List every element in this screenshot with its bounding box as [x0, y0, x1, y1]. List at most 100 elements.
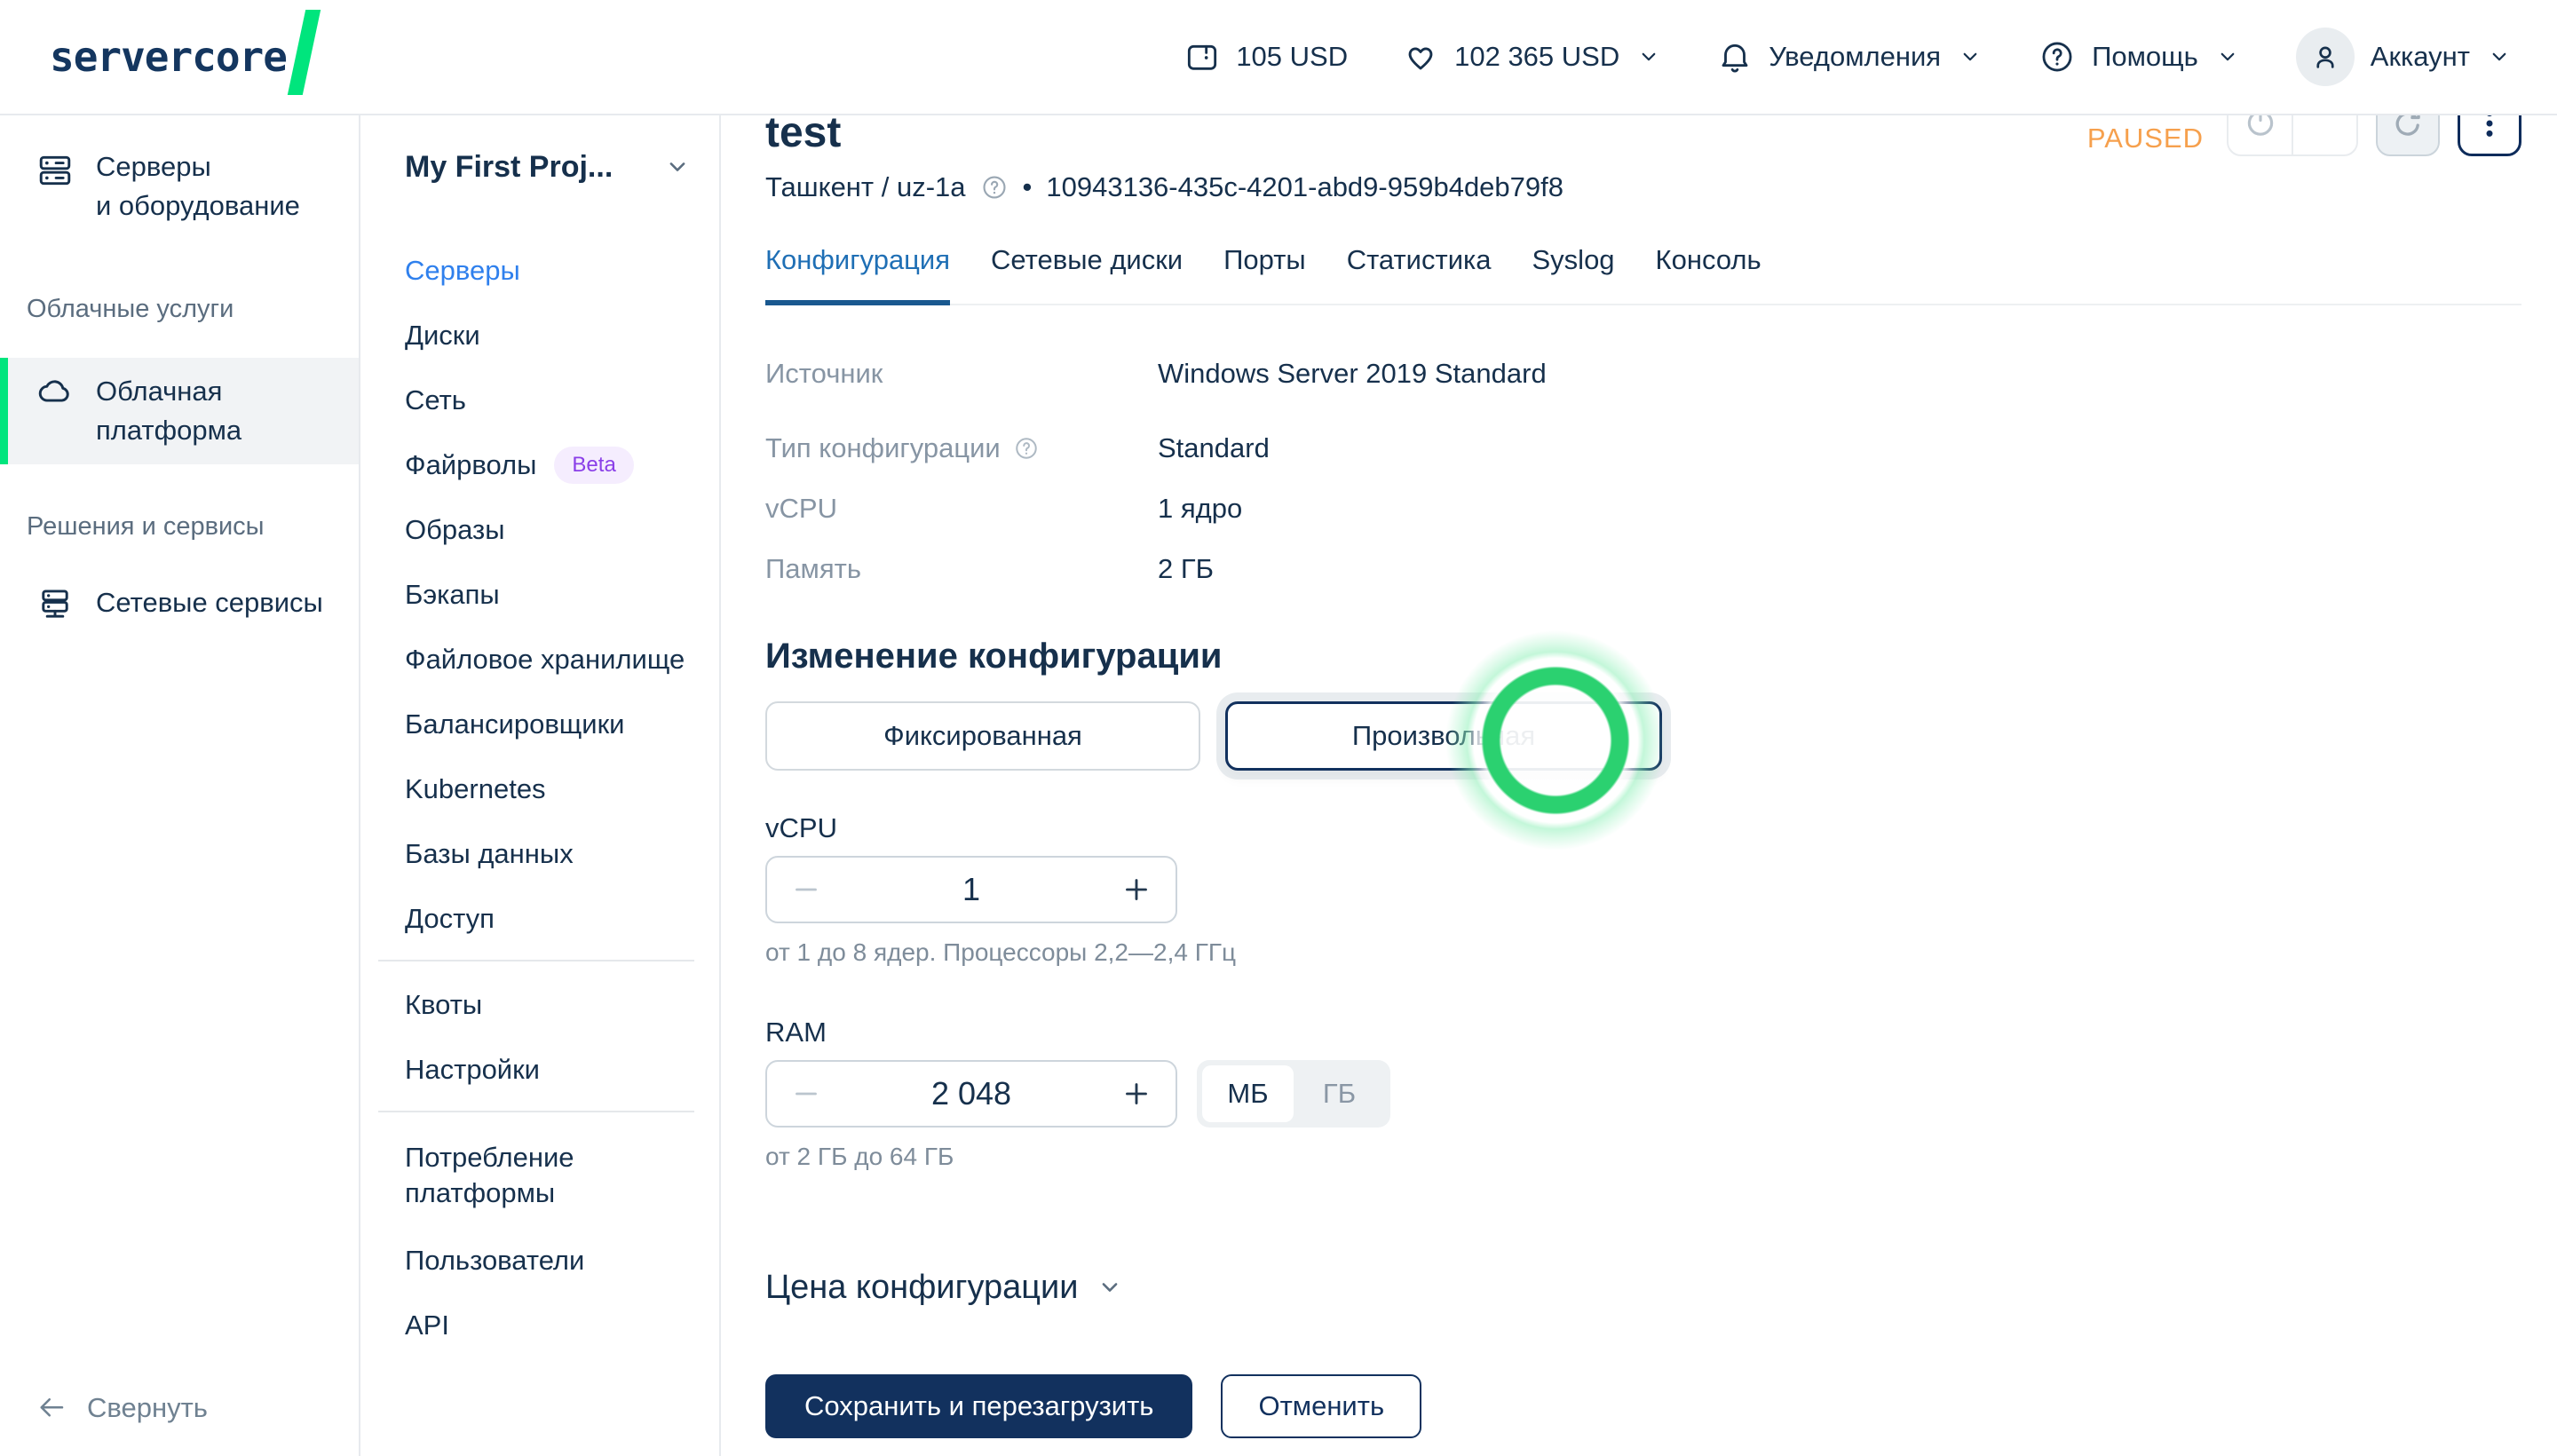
- nav-item-network[interactable]: Сеть: [405, 368, 693, 432]
- avatar: [2295, 28, 2355, 86]
- vcpu-stepper-row: 1: [765, 856, 2557, 923]
- ram-value[interactable]: 2 048: [931, 1075, 1011, 1112]
- nav-item-label: Базы данных: [405, 837, 574, 869]
- power-button-group: [2227, 115, 2358, 156]
- servercore-logo[interactable]: servercore: [50, 10, 321, 95]
- chevron-down-icon: [1635, 44, 1662, 70]
- minus-icon[interactable]: [790, 1078, 822, 1110]
- nav-item-label: Квоты: [405, 988, 483, 1020]
- nav-item-users[interactable]: Пользователи: [405, 1228, 693, 1293]
- question-circle-icon[interactable]: [1013, 435, 1040, 462]
- project-name: My First Proj...: [405, 150, 614, 184]
- chevron-down-icon: [1957, 44, 1983, 70]
- server-tabs: Конфигурация Сетевые диски Порты Статист…: [765, 243, 2521, 305]
- nav-item-platform-usage[interactable]: Потребление платформы: [405, 1123, 693, 1228]
- more-actions-button[interactable]: [2458, 115, 2521, 156]
- wallet-icon: [1184, 39, 1220, 75]
- nav-item-access[interactable]: Доступ: [405, 886, 693, 951]
- sidebar-item-servers-hardware[interactable]: Серверы и оборудование: [0, 147, 359, 226]
- topbar: servercore 105 USD 102 365 USD Уведомлен…: [0, 0, 2557, 115]
- server-id: 10943136-435c-4201-abd9-959b4deb79f8: [1046, 171, 1564, 202]
- project-nav-list-tertiary: Потребление платформы Пользователи API: [405, 1123, 693, 1357]
- bonus-item[interactable]: 102 365 USD: [1403, 39, 1662, 75]
- help-menu[interactable]: Помощь: [2038, 38, 2241, 75]
- save-and-reboot-button[interactable]: Сохранить и перезагрузить: [765, 1374, 1193, 1438]
- nav-item-backups[interactable]: Бэкапы: [405, 562, 693, 627]
- nav-item-label: Балансировщики: [405, 708, 625, 740]
- notifications-menu[interactable]: Уведомления: [1717, 39, 1983, 75]
- config-label: Источник: [765, 358, 883, 389]
- nav-divider: [378, 960, 694, 961]
- nav-item-settings[interactable]: Настройки: [405, 1037, 693, 1102]
- nav-item-file-storage[interactable]: Файловое хранилище: [405, 627, 693, 692]
- minus-icon[interactable]: [790, 874, 822, 906]
- status-badge: PAUSED: [2086, 123, 2204, 154]
- nav-item-databases[interactable]: Базы данных: [405, 821, 693, 886]
- unit-mb-button[interactable]: МБ: [1202, 1065, 1294, 1122]
- topbar-right: 105 USD 102 365 USD Уведомления Помощь А…: [1184, 28, 2513, 86]
- config-value: Standard: [1158, 432, 1270, 463]
- balance-item[interactable]: 105 USD: [1184, 39, 1348, 75]
- help-label: Помощь: [2092, 41, 2198, 72]
- restart-button[interactable]: [2376, 115, 2440, 156]
- mode-custom-button[interactable]: Произвольная: [1225, 701, 1662, 771]
- tab-statistics[interactable]: Статистика: [1347, 243, 1492, 304]
- ram-stepper: 2 048: [765, 1060, 1177, 1128]
- config-row-source: Источник Windows Server 2019 Standard: [765, 355, 2557, 392]
- sidebar-section-cloud-services: Облачные услуги: [27, 295, 234, 323]
- bell-icon: [1717, 39, 1753, 75]
- collapse-sidebar-button[interactable]: Свернуть: [36, 1392, 208, 1424]
- nav-item-label: Пользователи: [405, 1244, 585, 1276]
- nav-item-quotas[interactable]: Квоты: [405, 972, 693, 1037]
- sidebar-item-cloud-platform[interactable]: Облачная платформа: [0, 358, 359, 464]
- network-services-icon: [36, 585, 75, 624]
- price-label: Цена конфигурации: [765, 1269, 1079, 1306]
- nav-item-kubernetes[interactable]: Kubernetes: [405, 756, 693, 821]
- tab-ports[interactable]: Порты: [1223, 243, 1306, 304]
- arrow-left-icon: [36, 1392, 67, 1424]
- plus-icon[interactable]: [1120, 1078, 1152, 1110]
- plus-icon[interactable]: [1120, 874, 1152, 906]
- vcpu-value[interactable]: 1: [962, 871, 980, 908]
- nav-item-images[interactable]: Образы: [405, 497, 693, 562]
- mode-fixed-button[interactable]: Фиксированная: [765, 701, 1200, 771]
- account-menu[interactable]: Аккаунт: [2295, 28, 2513, 86]
- config-label: Память: [765, 553, 861, 584]
- tab-console[interactable]: Консоль: [1656, 243, 1761, 304]
- power-button[interactable]: [2228, 115, 2293, 154]
- form-actions: Сохранить и перезагрузить Отменить: [765, 1374, 2557, 1438]
- config-label: vCPU: [765, 493, 837, 524]
- config-mode-toggle: Фиксированная Произвольная: [765, 701, 2557, 771]
- nav-item-servers[interactable]: Серверы: [405, 238, 693, 303]
- tab-syslog[interactable]: Syslog: [1532, 243, 1615, 304]
- heart-icon: [1403, 39, 1438, 75]
- project-nav-list: Серверы Диски Сеть Файрволы Beta Образы …: [405, 238, 693, 951]
- chevron-down-icon: [2214, 44, 2241, 70]
- vcpu-stepper: 1: [765, 856, 1177, 923]
- unit-gb-button[interactable]: ГБ: [1294, 1065, 1385, 1122]
- nav-item-firewalls[interactable]: Файрволы Beta: [405, 432, 693, 497]
- sidebar-item-label: Серверы и оборудование: [96, 151, 300, 221]
- power-dropdown-button[interactable]: [2293, 115, 2356, 154]
- server-location: Ташкент / uz-1a: [765, 171, 966, 202]
- nav-item-label: Бэкапы: [405, 578, 500, 610]
- project-selector[interactable]: My First Proj...: [405, 147, 693, 186]
- sidebar-item-label: Сетевые сервисы: [96, 587, 323, 618]
- tab-network-disks[interactable]: Сетевые диски: [991, 243, 1183, 304]
- tab-configuration[interactable]: Конфигурация: [765, 243, 951, 305]
- nav-item-api[interactable]: API: [405, 1293, 693, 1357]
- price-expander[interactable]: Цена конфигурации: [765, 1266, 2557, 1309]
- nav-item-label: Доступ: [405, 902, 495, 934]
- edit-config-title: Изменение конфигурации: [765, 637, 1223, 676]
- config-value: 2 ГБ: [1158, 553, 1214, 584]
- question-circle-icon[interactable]: [980, 173, 1009, 202]
- nav-item-disks[interactable]: Диски: [405, 303, 693, 368]
- nav-item-load-balancers[interactable]: Балансировщики: [405, 692, 693, 756]
- cancel-button[interactable]: Отменить: [1221, 1374, 1422, 1438]
- logo-slash-icon: [287, 10, 321, 95]
- nav-item-label: Диски: [405, 319, 480, 351]
- nav-item-label: Сеть: [405, 384, 466, 415]
- sidebar-item-network-services[interactable]: Сетевые сервисы: [0, 582, 359, 624]
- sidebar-item-label: Облачная платформа: [96, 376, 242, 446]
- config-row-type: Тип конфигурации Standard: [765, 430, 2557, 467]
